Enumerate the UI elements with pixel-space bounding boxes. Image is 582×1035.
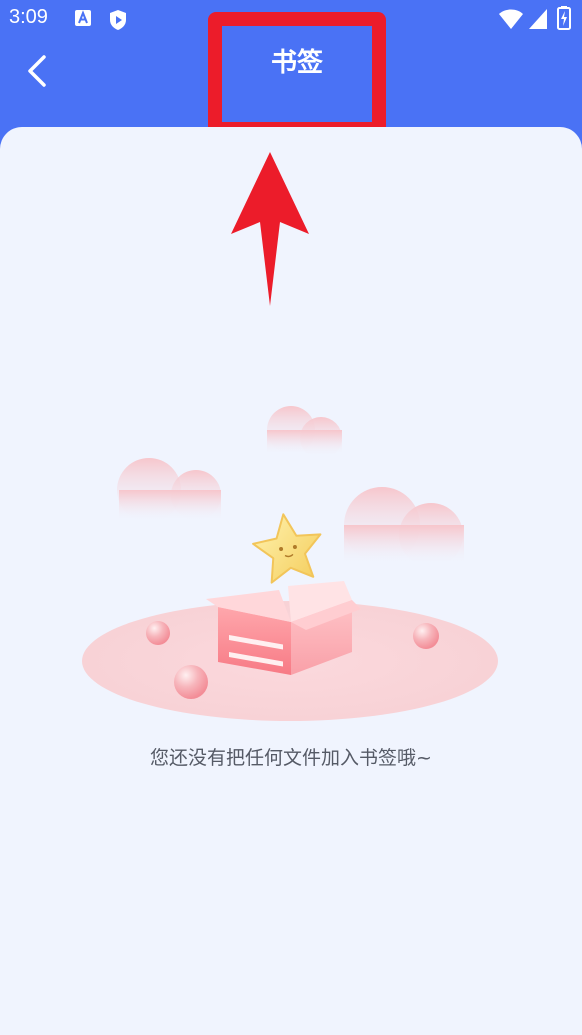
shield-play-icon — [108, 9, 128, 35]
app-bar: 书签 — [0, 12, 582, 136]
status-time: 3:09 — [9, 6, 48, 28]
battery-icon — [557, 6, 571, 34]
wifi-icon — [498, 8, 524, 34]
back-button[interactable] — [12, 48, 62, 98]
signal-icon — [528, 8, 548, 34]
sphere-bottom — [174, 665, 208, 699]
sphere-left — [146, 621, 170, 645]
empty-bookmarks-illustration — [76, 400, 506, 734]
accessibility-icon — [74, 9, 92, 31]
empty-state-message: 您还没有把任何文件加入书签哦~ — [150, 747, 432, 769]
title-highlight-box: 书签 — [208, 12, 386, 136]
cloud-right — [344, 487, 464, 567]
sphere-right — [413, 623, 439, 649]
page-title: 书签 — [270, 48, 323, 78]
chevron-left-icon — [25, 54, 49, 92]
annotation-arrow-icon — [225, 150, 315, 314]
cloud-top — [267, 406, 342, 459]
bookmarks-screen: 3:09 书签 您还没有把任何文件加入书签哦~ — [0, 0, 582, 1035]
cloud-left — [117, 458, 221, 522]
star-icon — [252, 513, 322, 584]
